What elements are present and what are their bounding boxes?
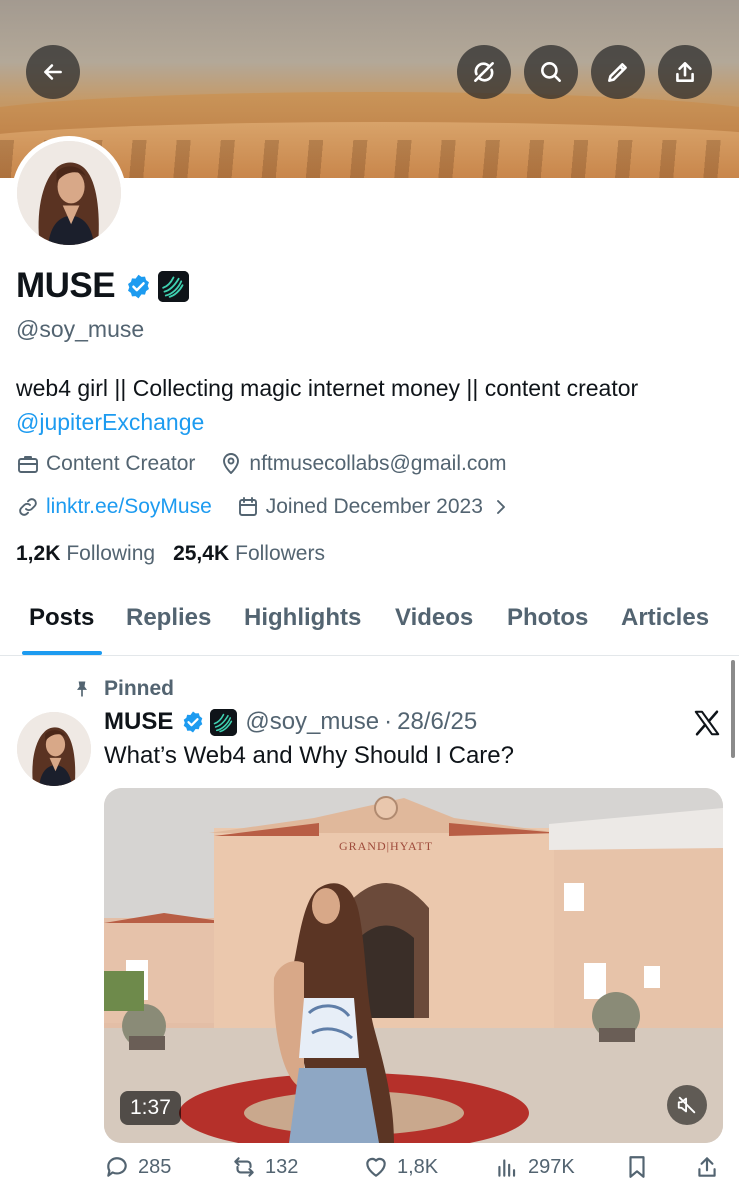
tab-highlights[interactable]: Highlights [244,604,361,632]
tweet-author-avatar[interactable] [17,712,91,786]
followers-label: Followers [235,542,325,565]
tweet-actions: 285 132 1,8K 297K [104,1154,724,1190]
scrollbar[interactable] [731,660,735,758]
bookmark-icon [629,1156,645,1178]
view-count: 297K [528,1155,575,1178]
avatar-image [17,712,91,786]
profile-name: MUSE [16,266,116,305]
calendar-icon [238,497,257,516]
briefcase-icon [18,456,38,473]
profile-location: nftmusecollabs@gmail.com [249,452,507,475]
arrow-left-icon [44,64,62,80]
avatar-image [17,141,121,245]
bio-text: web4 girl || Collecting magic internet m… [16,375,639,401]
profile-avatar[interactable] [12,136,126,250]
bookmark-button[interactable] [624,1154,658,1180]
following-count-link[interactable]: 1,2K Following [16,542,155,566]
search-button[interactable] [524,45,578,99]
views-button[interactable]: 297K [494,1154,575,1180]
affiliate-badge-icon[interactable] [210,708,238,736]
speaker-muted-icon [677,1096,696,1114]
video-thumbnail: GRAND|HYATT [104,788,723,1143]
reply-icon [107,1157,127,1177]
bio-mention-link[interactable]: @jupiterExchange [16,405,638,439]
verified-badge-icon [128,274,150,298]
tweet-author-handle: @soy_muse [245,708,380,735]
link-icon [19,498,37,516]
share-icon [676,62,694,82]
verified-badge-icon [184,711,203,733]
like-count: 1,8K [397,1155,439,1178]
building-sign: GRAND|HYATT [339,839,433,853]
share-button[interactable] [658,45,712,99]
tweet-author-name[interactable]: MUSE [104,708,173,736]
retweet-button[interactable]: 132 [231,1154,298,1180]
pinned-label: Pinned [104,677,175,700]
location-pin-icon [223,453,240,474]
affiliate-badge-icon[interactable] [158,270,190,302]
profile-website-link[interactable]: linktr.ee/SoyMuse [46,495,212,519]
edit-icon [608,63,627,82]
reply-button[interactable]: 285 [104,1154,171,1180]
affiliate-logo-icon [210,708,238,736]
profile-category: Content Creator [46,452,196,475]
affiliate-logo-icon [158,270,190,302]
edit-button[interactable] [591,45,645,99]
search-icon [541,62,561,82]
tab-posts[interactable]: Posts [29,604,94,632]
retweet-count: 132 [265,1155,299,1178]
heart-icon [366,1157,386,1177]
back-button[interactable] [26,45,80,99]
retweet-icon [234,1157,254,1177]
profile-handle: @soy_muse [16,316,145,342]
profile-meta-row-2: linktr.ee/SoyMuse Joined December 2023 [16,495,513,519]
share-icon [698,1157,716,1177]
profile-tabs: Posts Replies Highlights Videos Photos A… [0,592,739,656]
followers-count: 25,4K [173,542,230,565]
reply-count: 285 [138,1155,172,1178]
share-tweet-button[interactable] [694,1154,728,1180]
pinned-label-row: Pinned [72,677,174,701]
profile-joined-date[interactable]: Joined December 2023 [266,495,483,519]
profile-meta-row-1: Content Creator nftmusecollabs@gmail.com [16,452,507,476]
tweet-date[interactable]: 28/6/25 [397,708,477,736]
tab-replies[interactable]: Replies [126,604,211,632]
tab-articles[interactable]: Articles [621,604,709,632]
tweet-text: What’s Web4 and Why Should I Care? [104,742,514,769]
active-tab-indicator [22,651,102,655]
video-duration: 1:37 [120,1091,181,1125]
profile-counts: 1,2K Following 25,4K Followers [16,542,343,566]
like-button[interactable]: 1,8K [363,1154,438,1180]
profile-name-row: MUSE [16,266,190,306]
tab-photos[interactable]: Photos [507,604,588,632]
following-label: Following [66,542,156,565]
following-count: 1,2K [16,542,61,565]
tweet-header: MUSE @soy_muse · 28/6/25 [104,708,477,736]
no-sync-icon [474,62,494,82]
mute-button[interactable] [667,1085,707,1125]
pin-icon [77,681,87,697]
views-chart-icon [498,1159,516,1177]
profile-bio: web4 girl || Collecting magic internet m… [16,371,638,439]
x-logo-icon[interactable] [692,708,722,738]
tweet-video[interactable]: GRAND|HYATT 1:37 [104,788,723,1143]
chevron-right-icon[interactable] [489,495,513,519]
tweet-separator: · [384,708,393,735]
followers-count-link[interactable]: 25,4K Followers [173,542,325,566]
tab-videos[interactable]: Videos [395,604,473,632]
no-sync-button[interactable] [457,45,511,99]
